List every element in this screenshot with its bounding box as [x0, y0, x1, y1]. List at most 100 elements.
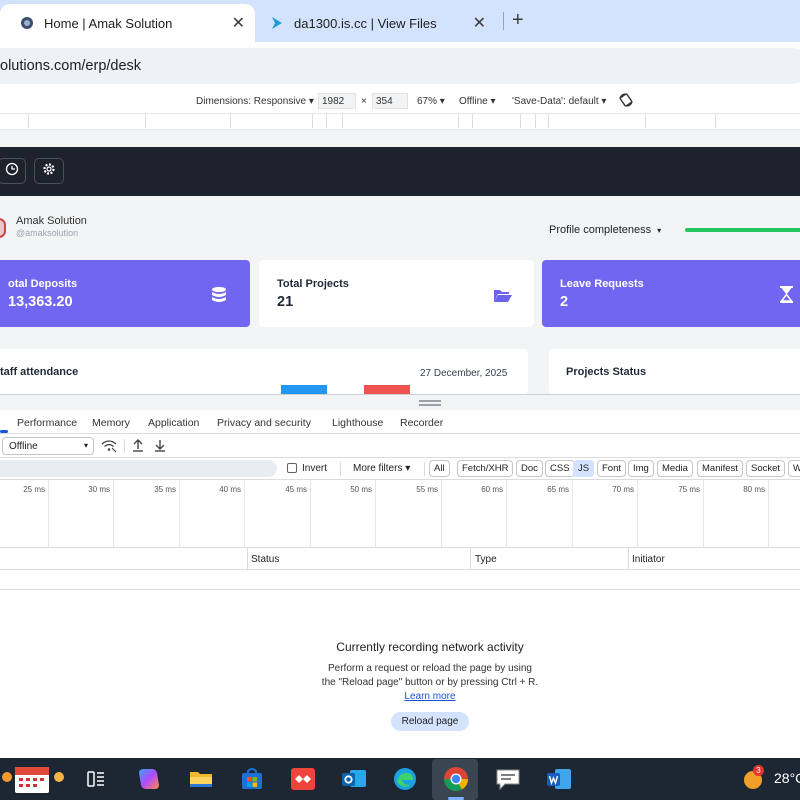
tab-view-files[interactable]: da1300.is.cc | View Files ✕: [255, 4, 500, 42]
feedback-icon[interactable]: [492, 763, 524, 795]
attendance-date: 27 December, 2025: [420, 368, 508, 379]
zoom-dropdown[interactable]: 67% ▾: [417, 96, 445, 107]
company-handle: @amaksolution: [16, 228, 79, 238]
requests-table-header: Status Type Initiator: [0, 548, 800, 570]
copilot-icon[interactable]: [133, 763, 165, 795]
tab-lighthouse[interactable]: Lighthouse: [332, 417, 383, 429]
throttling-value: Offline: [9, 441, 38, 452]
media-query-ruler[interactable]: [0, 114, 800, 130]
filter-socket[interactable]: Socket: [746, 460, 786, 477]
tab-performance[interactable]: Performance: [17, 417, 77, 429]
network-filter-bar: Invert More filters ▾ All Fetch/XHR Doc …: [0, 458, 800, 480]
timeline-label: 75 ms: [678, 485, 700, 494]
filter-font[interactable]: Font: [597, 460, 627, 477]
network-overview-timeline[interactable]: 25 ms 30 ms 35 ms 40 ms 45 ms 50 ms 55 m…: [0, 480, 800, 548]
network-dropdown[interactable]: Offline ▾: [459, 96, 496, 107]
timeline-label: 40 ms: [219, 485, 241, 494]
timeline-label: 25 ms: [23, 485, 45, 494]
tab-application[interactable]: Application: [148, 417, 199, 429]
filter-fetch-xhr[interactable]: Fetch/XHR: [457, 460, 514, 477]
microsoft-store-icon[interactable]: [236, 763, 268, 795]
column-status[interactable]: Status: [251, 554, 279, 565]
calendar-widget-icon[interactable]: [0, 763, 68, 795]
chart-bar-blue: [281, 385, 327, 394]
edge-icon[interactable]: [389, 763, 421, 795]
chevron-down-icon: ▾: [83, 441, 88, 450]
card-value: 21: [277, 294, 294, 310]
invert-checkbox[interactable]: [287, 463, 297, 473]
column-initiator[interactable]: Initiator: [632, 554, 665, 565]
new-tab-button[interactable]: +: [512, 9, 524, 32]
times-sign: ×: [361, 96, 367, 107]
card-value: 2: [560, 294, 569, 310]
filter-doc[interactable]: Doc: [516, 460, 543, 477]
panel-title: Projects Status: [566, 366, 647, 378]
throttling-select[interactable]: Offline ▾: [2, 437, 94, 455]
app-navbar: [0, 147, 800, 196]
timeline-label: 50 ms: [350, 485, 372, 494]
viewport-gutter: [0, 130, 800, 147]
filter-img[interactable]: Img: [628, 460, 654, 477]
device-toolbar: Dimensions: Responsive ▾ 1982 × 354 67% …: [0, 88, 800, 114]
filter-all[interactable]: All: [429, 460, 450, 477]
staff-attendance-panel: taff attendance 27 December, 2025: [0, 349, 528, 394]
tab-privacy-security[interactable]: Privacy and security: [217, 417, 311, 429]
more-filters-dropdown[interactable]: More filters ▾: [353, 463, 410, 474]
learn-more-link[interactable]: Learn more: [404, 691, 455, 702]
url-text[interactable]: olutions.com/erp/desk: [0, 58, 141, 74]
settings-button[interactable]: [34, 158, 64, 184]
timeline-label: 65 ms: [547, 485, 569, 494]
card-leave-requests[interactable]: Leave Requests 2: [542, 260, 800, 327]
width-input[interactable]: 1982: [318, 93, 356, 109]
import-har-icon[interactable]: [132, 438, 144, 457]
weather-temperature[interactable]: 28°C: [774, 770, 800, 786]
globe-icon: [20, 16, 34, 30]
close-tab-icon[interactable]: ✕: [473, 13, 486, 33]
close-tab-icon[interactable]: ✕: [232, 13, 245, 33]
timeline-label: 80 ms: [743, 485, 765, 494]
tab-recorder[interactable]: Recorder: [400, 417, 443, 429]
outlook-icon[interactable]: [338, 763, 370, 795]
history-button[interactable]: [0, 158, 26, 184]
task-view-icon[interactable]: [80, 763, 112, 795]
panel-title: taff attendance: [0, 366, 79, 378]
network-conditions-icon[interactable]: [101, 439, 117, 458]
save-data-dropdown[interactable]: 'Save-Data': default ▾: [512, 96, 606, 107]
network-toolbar: Offline ▾: [0, 434, 800, 458]
tab-home[interactable]: Home | Amak Solution ✕: [0, 4, 255, 42]
filter-input[interactable]: [0, 460, 277, 477]
timeline-label: 60 ms: [481, 485, 503, 494]
card-total-deposits[interactable]: otal Deposits 13,363.20: [0, 260, 250, 327]
card-label: Total Projects: [277, 278, 349, 290]
timeline-label: 70 ms: [612, 485, 634, 494]
active-tab-indicator: [0, 430, 8, 433]
rotate-icon[interactable]: [618, 92, 634, 111]
filter-manifest[interactable]: Manifest: [697, 460, 743, 477]
chevron-down-icon: ▾: [657, 226, 662, 235]
file-explorer-icon[interactable]: [185, 763, 217, 795]
gear-icon: [42, 162, 56, 181]
card-total-projects[interactable]: Total Projects 21: [259, 260, 534, 327]
filter-media[interactable]: Media: [657, 460, 693, 477]
tab-memory[interactable]: Memory: [92, 417, 130, 429]
reload-page-button[interactable]: Reload page: [391, 712, 469, 731]
dimensions-dropdown[interactable]: Dimensions: Responsive ▾: [196, 96, 314, 107]
filter-css[interactable]: CSS: [545, 460, 575, 477]
column-type[interactable]: Type: [475, 554, 497, 565]
devtools-resize-handle[interactable]: [0, 394, 800, 410]
empty-state-text: Perform a request or reload the page by …: [321, 663, 539, 688]
export-har-icon[interactable]: [154, 438, 166, 457]
chrome-icon[interactable]: [440, 763, 472, 795]
profile-completeness-label: Profile completeness: [549, 224, 652, 236]
chart-bar-red: [364, 385, 410, 394]
filter-js[interactable]: JS: [573, 460, 595, 477]
height-input[interactable]: 354: [372, 93, 408, 109]
profile-completeness-dropdown[interactable]: Profile completeness ▾: [549, 224, 661, 236]
devtools-tab-bar: Performance Memory Application Privacy a…: [0, 410, 800, 434]
filter-ws[interactable]: W: [788, 460, 800, 477]
screen: Home | Amak Solution ✕ da1300.is.cc | Vi…: [0, 0, 800, 800]
word-icon[interactable]: [543, 763, 575, 795]
anydesk-icon[interactable]: [287, 763, 319, 795]
card-value: 13,363.20: [8, 294, 73, 310]
tab-separator: [503, 12, 504, 30]
